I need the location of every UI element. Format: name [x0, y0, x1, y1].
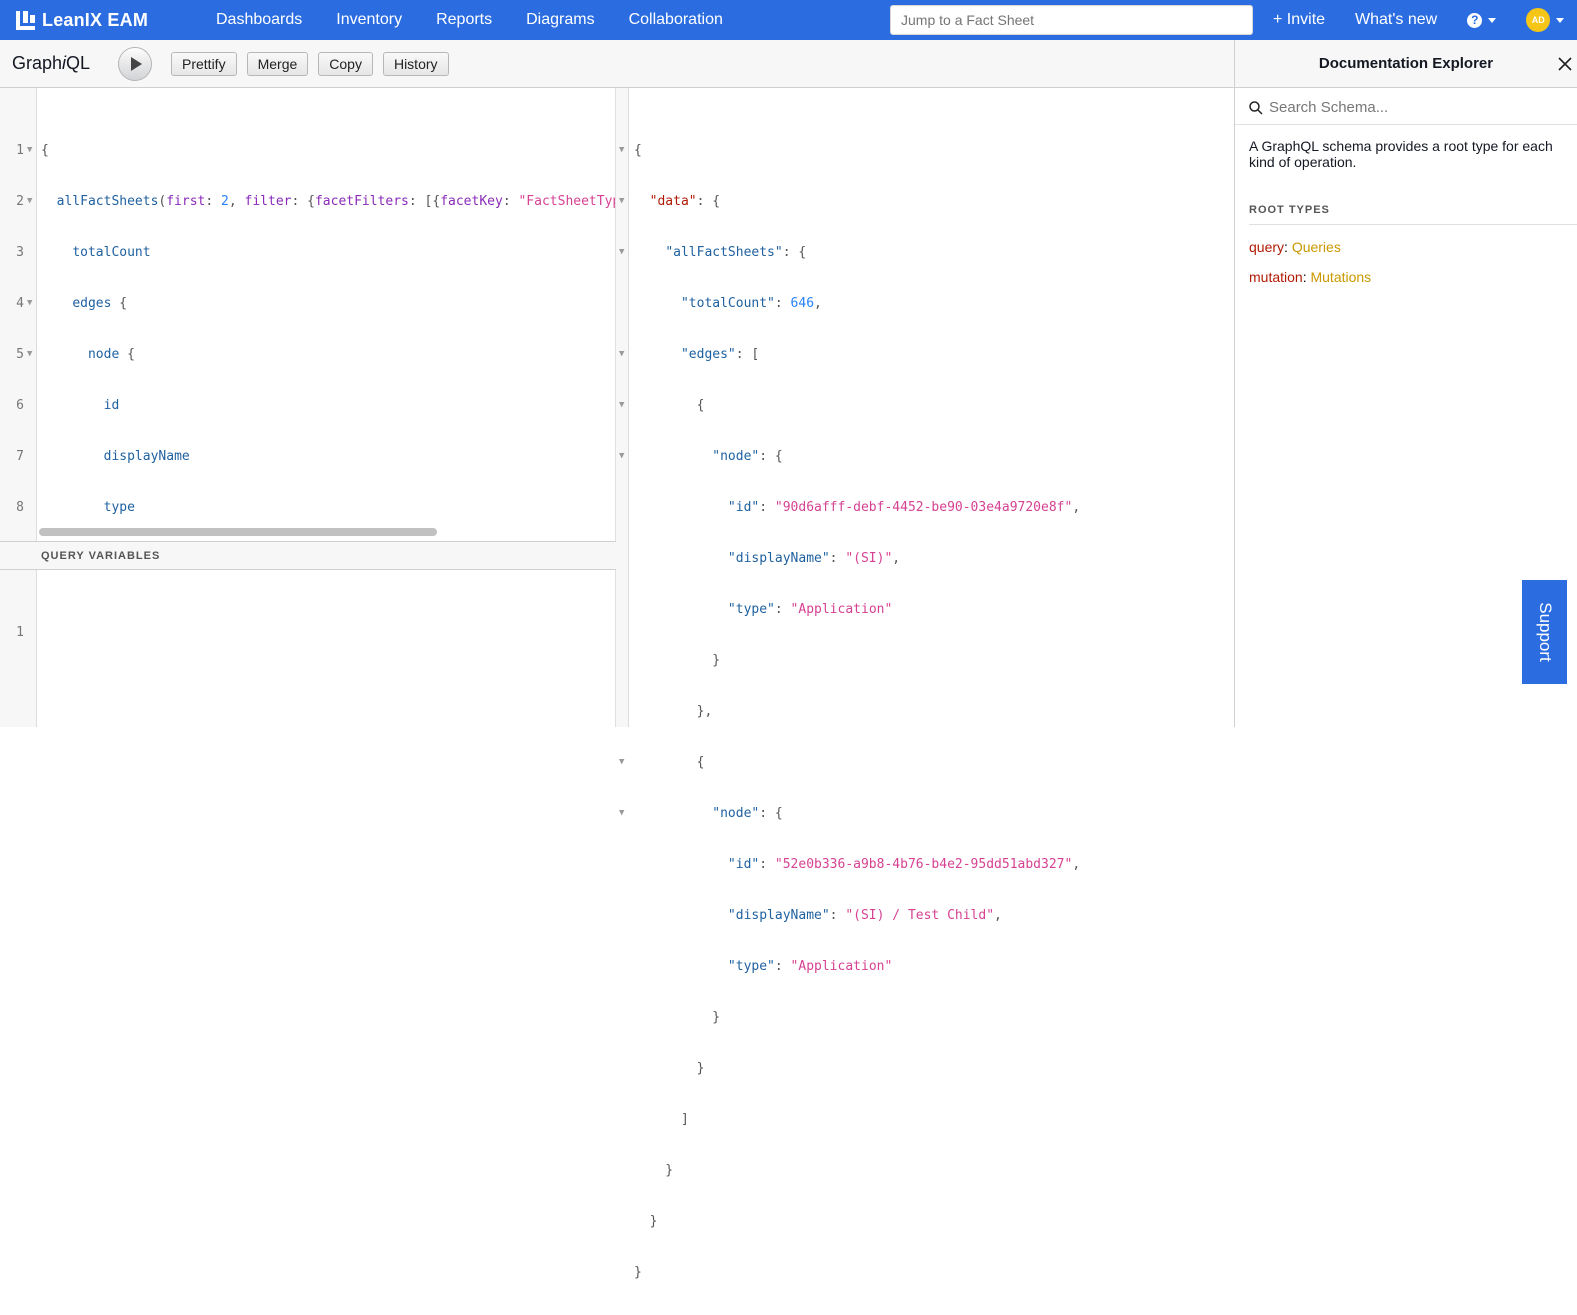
result-line: }: [634, 1214, 658, 1229]
result-line: "type": "Application": [727, 602, 893, 617]
result-line: "edges": [: [680, 347, 760, 362]
nav-inventory[interactable]: Inventory: [336, 11, 402, 29]
query-editor[interactable]: 1 ▼{ 2 ▼ allFactSheets(first: 2, filter: {…: [0, 88, 616, 719]
help-icon: ?: [1467, 12, 1483, 28]
queries-type-link[interactable]: Queries: [1292, 239, 1341, 255]
root-type-mutation: mutation: Mutations: [1249, 269, 1372, 285]
fold-icon[interactable]: ▼: [27, 346, 32, 363]
result-line: "id": "52e0b336-a9b8-4b76-b4e2-95dd51abd…: [727, 857, 1081, 872]
fold-icon[interactable]: ▼: [619, 244, 624, 261]
nav-collaboration[interactable]: Collaboration: [629, 11, 723, 29]
code-line: totalCount: [72, 245, 151, 260]
result-line: {: [634, 398, 705, 413]
graphiql-title: GraphiQL: [12, 53, 91, 73]
query-variables-editor[interactable]: 1: [0, 570, 616, 727]
fold-icon[interactable]: ▼: [619, 346, 624, 363]
result-line: "node": {: [712, 449, 783, 464]
nav-diagrams[interactable]: Diagrams: [526, 11, 594, 29]
graphiql-toolbar: GraphiQL Prettify Merge Copy History: [0, 40, 1240, 88]
fold-icon[interactable]: ▼: [619, 448, 624, 465]
brand[interactable]: LeanIX EAM: [16, 10, 216, 31]
result-line: }: [634, 1265, 642, 1280]
fold-icon[interactable]: ▼: [619, 754, 624, 771]
play-icon: [131, 56, 142, 71]
result-line: }: [634, 653, 721, 668]
mutations-type-link[interactable]: Mutations: [1310, 269, 1371, 285]
support-label: Support: [1535, 602, 1555, 662]
code-line: {: [41, 143, 49, 158]
fact-sheet-search-input[interactable]: [890, 5, 1253, 35]
support-button[interactable]: Support: [1522, 580, 1567, 684]
line-number: 4: [16, 296, 24, 311]
nav-reports[interactable]: Reports: [436, 11, 492, 29]
line-number: 3: [16, 245, 24, 260]
fold-icon[interactable]: ▼: [27, 142, 32, 159]
result-line: "node": {: [712, 806, 783, 821]
root-types-heading: ROOT TYPES: [1249, 204, 1577, 225]
brand-name: LeanIX EAM: [42, 9, 149, 30]
close-icon[interactable]: [1557, 56, 1573, 72]
result-line: {: [634, 755, 705, 770]
root-type-query: query: Queries: [1249, 239, 1341, 255]
result-line: "type": "Application": [727, 959, 893, 974]
merge-button[interactable]: Merge: [246, 51, 309, 76]
result-line: }: [634, 1061, 705, 1076]
doc-description: A GraphQL schema provides a root type fo…: [1249, 138, 1553, 170]
fold-icon[interactable]: ▼: [619, 142, 624, 159]
schema-search-input[interactable]: [1269, 99, 1549, 116]
doc-title: Documentation Explorer: [1318, 55, 1494, 72]
chevron-down-icon: [1488, 17, 1497, 23]
leanix-logo-icon: [16, 10, 35, 30]
code-line: displayName: [103, 449, 190, 464]
line-number: 5: [16, 347, 24, 362]
horizontal-scrollbar[interactable]: [39, 528, 437, 536]
fold-icon[interactable]: ▼: [27, 193, 32, 210]
fold-icon[interactable]: ▼: [619, 193, 624, 210]
invite-button[interactable]: + Invite: [1273, 11, 1325, 29]
chevron-down-icon: [1556, 17, 1565, 23]
nav-links: Dashboards Inventory Reports Diagrams Co…: [216, 11, 757, 29]
line-number: 7: [16, 449, 24, 464]
code-line: edges {: [72, 296, 128, 311]
top-nav: LeanIX EAM Dashboards Inventory Reports …: [0, 0, 1577, 40]
execute-query-button[interactable]: [118, 46, 152, 81]
user-menu[interactable]: AD: [1526, 8, 1565, 32]
history-button[interactable]: History: [382, 51, 449, 76]
code-line: type: [103, 500, 135, 515]
help-menu[interactable]: ?: [1467, 12, 1497, 28]
result-line: "allFactSheets": {: [665, 245, 807, 260]
result-line: "displayName": "(SI) / Test Child",: [727, 908, 1002, 923]
result-line: ]: [634, 1112, 689, 1127]
fold-icon[interactable]: ▼: [619, 397, 624, 414]
line-number: 8: [16, 500, 24, 515]
line-number: 6: [16, 398, 24, 413]
result-line: {: [634, 143, 642, 158]
search-icon: [1249, 100, 1263, 115]
result-line: }: [634, 1010, 721, 1025]
prettify-button[interactable]: Prettify: [171, 51, 237, 76]
nav-dashboards[interactable]: Dashboards: [216, 11, 302, 29]
result-line: },: [634, 704, 713, 719]
doc-search: [1235, 91, 1577, 125]
whats-new-link[interactable]: What's new: [1355, 11, 1437, 29]
result-line: }: [634, 1163, 674, 1178]
result-line: "id": "90d6afff-debf-4452-be90-03e4a9720…: [727, 500, 1081, 515]
nav-right: + Invite What's new ? AD: [1273, 0, 1565, 40]
result-line: "totalCount": 646,: [680, 296, 822, 311]
result-line: "data": {: [649, 194, 721, 209]
line-number: 1: [16, 143, 24, 158]
fold-icon[interactable]: ▼: [27, 295, 32, 312]
result-viewer: ▼ { ▼ "data": { ▼ "allFactSheets": { "tot…: [616, 88, 1234, 1280]
fold-icon[interactable]: ▼: [619, 805, 624, 822]
query-variables-header[interactable]: QUERY VARIABLES: [0, 541, 616, 570]
line-number: 1: [16, 625, 24, 640]
result-line: "displayName": "(SI)",: [727, 551, 901, 566]
code-line: id: [103, 398, 120, 413]
line-number: 2: [16, 194, 24, 209]
copy-button[interactable]: Copy: [318, 51, 373, 76]
code-line: node {: [87, 347, 135, 362]
doc-header: Documentation Explorer: [1235, 40, 1577, 88]
code-line: allFactSheets(first: 2, filter: {facetFi…: [56, 194, 615, 209]
avatar: AD: [1526, 8, 1551, 32]
